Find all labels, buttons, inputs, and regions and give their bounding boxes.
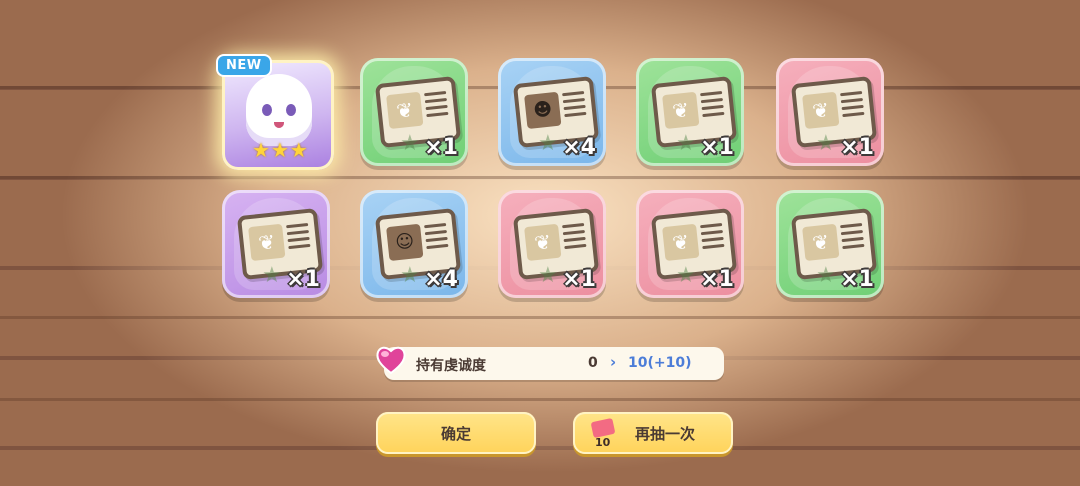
faith-new-value: 10(+10) <box>628 355 692 371</box>
item-card[interactable]: ❦ ★ ×1 <box>776 58 884 166</box>
chevron-right-icon: › <box>610 353 617 371</box>
item-count: ×1 <box>424 135 458 160</box>
star-icon: ★ <box>816 131 836 156</box>
star-icon: ★ <box>262 263 282 288</box>
item-card[interactable]: ☺ ★ ×4 <box>360 190 468 298</box>
new-character-card[interactable]: ★ ★ ★ <box>222 60 334 170</box>
faith-label: 持有虔诚度 <box>416 358 486 374</box>
item-count: ×1 <box>840 267 874 292</box>
item-count: ×1 <box>840 135 874 160</box>
item-card[interactable]: ☻ ★ ×4 <box>498 58 606 166</box>
star-icon: ★ <box>538 131 558 156</box>
star-icon: ★ <box>676 263 696 288</box>
new-badge: NEW <box>218 56 270 75</box>
draw-again-label: 再抽一次 <box>634 424 695 443</box>
item-count: ×1 <box>700 135 734 160</box>
star-icon: ★ <box>816 263 836 288</box>
heart-icon <box>376 346 406 375</box>
plank-divider <box>0 176 1080 179</box>
item-card[interactable]: ❦ ★ ×1 <box>498 190 606 298</box>
star-icon: ★ <box>252 138 270 162</box>
confirm-button[interactable]: 确定 <box>376 412 536 454</box>
item-count: ×4 <box>562 135 596 160</box>
draw-cost: 10 <box>595 436 611 449</box>
star-icon: ★ <box>289 138 308 162</box>
star-icon: ★ <box>270 138 289 162</box>
item-count: ×1 <box>562 267 596 292</box>
star-icon: ★ <box>400 263 420 288</box>
character-portrait <box>246 74 312 146</box>
item-card[interactable]: ❦ ★ ×1 <box>222 190 330 298</box>
gacha-ticket-icon: 10 <box>588 417 618 449</box>
faith-old-value: 0 <box>588 355 598 371</box>
item-card[interactable]: ❦ ★ ×1 <box>636 190 744 298</box>
item-card[interactable]: ❦ ★ ×1 <box>360 58 468 166</box>
plank-divider <box>0 316 1080 319</box>
item-count: ×1 <box>286 267 320 292</box>
plank-divider <box>0 398 1080 401</box>
star-icon: ★ <box>676 131 696 156</box>
star-icon: ★ <box>538 263 558 288</box>
item-count: ×4 <box>424 267 458 292</box>
item-card[interactable]: ❦ ★ ×1 <box>636 58 744 166</box>
item-card[interactable]: ❦ ★ ×1 <box>776 190 884 298</box>
rarity-stars: ★ ★ ★ <box>252 138 308 162</box>
star-icon: ★ <box>400 131 420 156</box>
item-count: ×1 <box>700 267 734 292</box>
confirm-label: 确定 <box>440 424 471 443</box>
